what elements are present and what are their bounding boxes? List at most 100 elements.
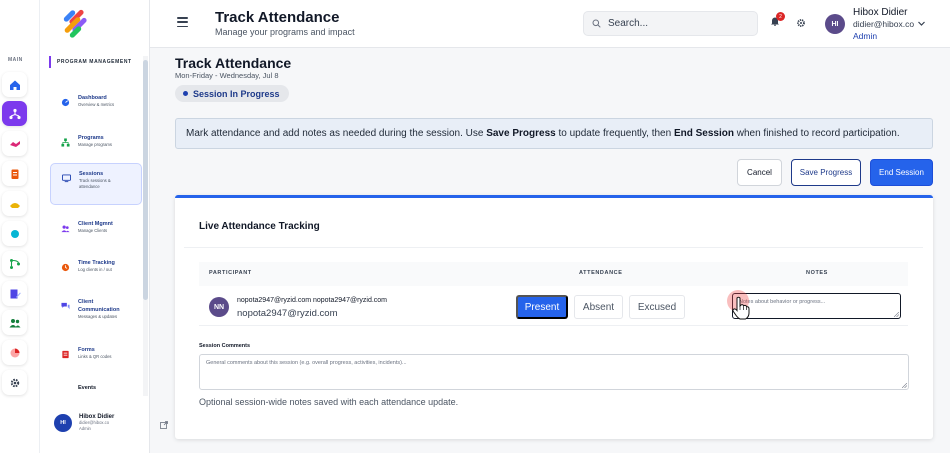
sidebar-item-title: Events <box>78 385 97 391</box>
rail-network-button[interactable] <box>2 101 27 126</box>
user-name: Hibox Didier <box>853 7 908 18</box>
notes-textarea[interactable]: Notes about behavior or progress... <box>732 293 901 319</box>
column-header-participant: PARTICIPANT <box>209 270 252 276</box>
dashboard-icon <box>60 97 70 107</box>
user-role: Admin <box>853 31 878 41</box>
participant-name: nopota2947@ryzid.com nopota2947@ryzid.co… <box>237 297 388 304</box>
top-header: Track Attendance Manage your programs an… <box>150 0 950 48</box>
resize-handle-icon[interactable] <box>894 312 899 317</box>
absent-button[interactable]: Absent <box>574 295 623 319</box>
search-input[interactable]: Search... <box>583 11 758 36</box>
user-email: didier@hibox.co <box>853 19 915 29</box>
divider <box>184 247 923 248</box>
external-link-icon[interactable] <box>160 421 168 429</box>
rail-circle-button[interactable] <box>2 221 27 246</box>
rail-pie-chart-button[interactable] <box>2 340 27 365</box>
sidebar-item-subtitle: Manage Clients <box>78 228 108 233</box>
sidebar-item-time-tracking[interactable]: Time Tracking Log clients in / out <box>50 253 142 279</box>
sidebar-user-card[interactable]: HI Hibox Didier didier@hibox.co Admin <box>54 414 178 432</box>
sidebar: PROGRAM MANAGEMENT Dashboard Overview & m… <box>40 0 168 453</box>
menu-icon[interactable] <box>177 17 188 28</box>
sitemap-icon <box>60 137 70 147</box>
rail-users-button[interactable] <box>2 310 27 335</box>
session-comments-textarea[interactable]: General comments about this session (e.g… <box>199 354 909 390</box>
table-row: NN nopota2947@ryzid.com nopota2947@ryzid… <box>199 286 908 326</box>
info-text: when finished to record participation. <box>733 128 900 139</box>
sidebar-item-sessions[interactable]: Sessions Track sessions & attendance <box>50 163 142 205</box>
chevron-down-icon[interactable] <box>917 19 926 28</box>
header-subtitle: Manage your programs and impact <box>215 27 355 37</box>
monitor-icon <box>61 173 71 183</box>
sidebar-item-title: Programs <box>78 135 104 141</box>
session-comments-help: Optional session-wide notes saved with e… <box>199 397 459 407</box>
sidebar-item-forms[interactable]: Forms Links & QR codes <box>50 340 142 366</box>
sidebar-item-subtitle: Overview & metrics <box>78 102 115 107</box>
rail-hands-button[interactable] <box>2 191 27 216</box>
network-icon <box>8 108 21 119</box>
sidebar-item-subtitle: Links & QR codes <box>78 354 112 359</box>
rail-handshake-button[interactable] <box>2 131 27 156</box>
instructions-banner: Mark attendance and add notes as needed … <box>175 118 933 149</box>
sidebar-item-title: Forms <box>78 347 95 353</box>
page-title: Track Attendance <box>175 55 292 71</box>
info-bold-save: Save Progress <box>486 128 556 139</box>
icon-rail: MAIN <box>0 0 40 453</box>
home-icon <box>9 80 20 90</box>
gear-icon <box>10 378 19 387</box>
user-avatar[interactable]: HI <box>825 14 845 34</box>
attendance-card: Live Attendance Tracking PARTICIPANT ATT… <box>175 195 933 439</box>
table-header: PARTICIPANT ATTENDANCE NOTES <box>199 262 908 286</box>
present-button[interactable]: Present <box>516 295 568 319</box>
cancel-button[interactable]: Cancel <box>737 159 782 186</box>
clock-icon <box>60 262 70 272</box>
sidebar-item-title: Client Communication <box>78 299 120 313</box>
resize-handle-icon[interactable] <box>902 383 907 388</box>
pie-chart-icon <box>10 348 19 357</box>
end-session-button[interactable]: End Session <box>870 159 933 186</box>
sidebar-scrollbar[interactable] <box>143 56 148 396</box>
settings-icon[interactable] <box>796 18 806 28</box>
info-text: to update frequently, then <box>555 128 674 139</box>
rail-flow-button[interactable] <box>2 251 27 276</box>
column-header-notes: NOTES <box>806 270 828 276</box>
rail-label: MAIN <box>8 57 23 63</box>
info-bold-end: End Session <box>673 128 734 139</box>
session-date: Mon-Friday - Wednesday, Jul 8 <box>175 71 279 80</box>
header-title: Track Attendance <box>215 9 340 26</box>
scrollbar-thumb[interactable] <box>143 60 148 300</box>
excused-button[interactable]: Excused <box>629 295 685 319</box>
chat-icon <box>60 301 70 311</box>
sidebar-item-subtitle: Log clients in / out <box>78 267 112 272</box>
column-header-attendance: ATTENDANCE <box>579 270 623 276</box>
hands-icon <box>9 202 20 208</box>
sidebar-item-events[interactable]: Events <box>50 378 142 398</box>
save-progress-button[interactable]: Save Progress <box>791 159 861 186</box>
sidebar-item-client-communication[interactable]: Client Communication Messages & updates <box>50 292 142 326</box>
session-comments-label: Session Comments <box>199 343 251 349</box>
sidebar-section-label: PROGRAM MANAGEMENT <box>49 56 132 68</box>
handshake-icon <box>9 140 20 147</box>
sidebar-item-dashboard[interactable]: Dashboard Overview & metrics <box>50 88 142 114</box>
sidebar-item-subtitle: Manage programs <box>78 142 112 147</box>
mouse-cursor <box>727 290 753 322</box>
participant-email: nopota2947@ryzid.com <box>237 308 338 319</box>
status-text: Session In Progress <box>193 88 280 99</box>
circle-icon <box>10 229 19 238</box>
session-comments-placeholder: General comments about this session (e.g… <box>206 360 407 366</box>
sidebar-item-subtitle: Messages & updates <box>78 314 118 319</box>
search-icon <box>592 19 601 28</box>
hand-pointer-icon <box>732 296 750 320</box>
rail-settings-button[interactable] <box>2 370 27 395</box>
status-dot-icon <box>183 91 188 96</box>
sidebar-item-programs[interactable]: Programs Manage programs <box>50 128 142 154</box>
brand-logo-icon[interactable] <box>58 8 92 42</box>
sidebar-item-title: Time Tracking <box>78 260 115 266</box>
edit-doc-icon <box>10 289 21 298</box>
participant-avatar: NN <box>209 297 229 317</box>
sidebar-item-client-mgmnt[interactable]: Client Mgmnt Manage Clients <box>50 214 142 240</box>
rail-clipboard-button[interactable] <box>2 161 27 186</box>
rail-home-button[interactable] <box>2 72 27 97</box>
clipboard-icon <box>11 169 18 179</box>
rail-edit-doc-button[interactable] <box>2 281 27 306</box>
sidebar-user-role: Admin <box>79 426 91 431</box>
